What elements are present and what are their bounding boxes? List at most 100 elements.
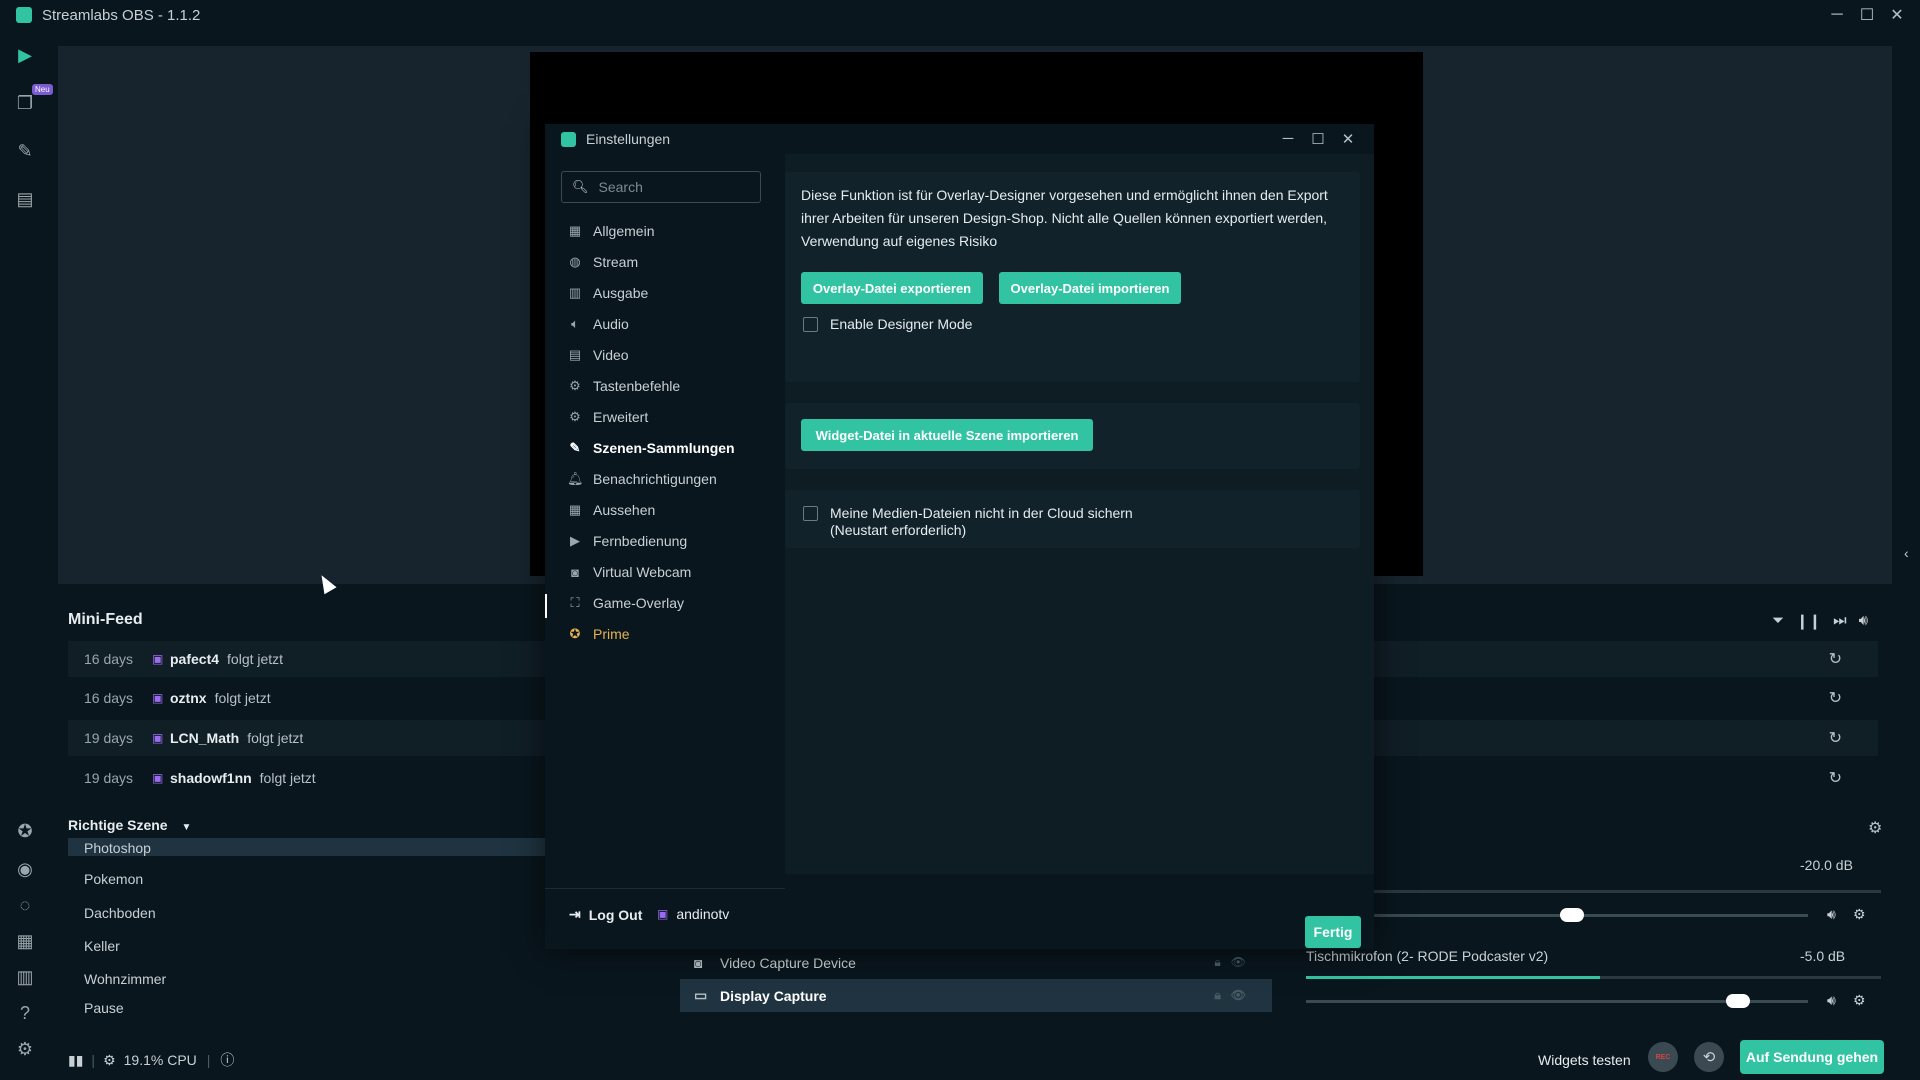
lock-visibility-icons[interactable]: 🔒︎👁︎ [1214, 955, 1256, 970]
settings-nav-aussehen[interactable]: ▦ Aussehen [567, 499, 655, 521]
twitch-icon: ▣ [152, 691, 164, 705]
nav-label: Virtual Webcam [593, 564, 692, 580]
slider-handle[interactable] [1560, 908, 1585, 922]
twitch-icon: ▣ [152, 652, 164, 666]
studio-icon[interactable]: ✎ [14, 140, 36, 162]
checkbox-label: Enable Designer Mode [830, 316, 973, 332]
settings-nav-erweitert[interactable]: ⚙ Erweitert [567, 406, 648, 428]
stats-icon[interactable]: ▮▮ [68, 1052, 83, 1069]
close-button[interactable]: ✕ [1338, 130, 1358, 148]
widgets-test-button[interactable]: Widgets testen [1538, 1046, 1631, 1074]
feed-controls: ⏷ ❙❙ ⏭ 🔊︎ [1772, 612, 1868, 630]
store-icon[interactable]: ▤ [14, 188, 36, 210]
app-titlebar: Streamlabs OBS - 1.1.2 ─ ☐ ✕ [0, 0, 1920, 30]
nav-label: Ausgabe [593, 285, 649, 301]
export-overlay-button[interactable]: Overlay-Datei exportieren [801, 272, 983, 304]
settings-nav-allgemein[interactable]: ▦ Allgemein [567, 220, 655, 242]
gear-icon[interactable]: ⚙ [1853, 906, 1866, 923]
prime-nav-icon[interactable]: ✪ [14, 820, 36, 842]
settings-nav-szenen-sammlungen[interactable]: ✎ Szenen-Sammlungen [567, 437, 735, 459]
gear-icon[interactable]: ⚙ [1868, 818, 1882, 838]
twitch-icon: ▣ [657, 907, 669, 921]
apps-icon[interactable]: ▦ [14, 930, 36, 952]
settings-sidebar: 🔍︎ ▦ Allgemein ◍ Stream ▥ Ausgabe 🔈︎ Audio ▤… [545, 154, 785, 949]
feed-time: 16 days [84, 651, 134, 667]
slider-handle[interactable] [1725, 994, 1750, 1008]
scene-collection-selector[interactable]: Richtige Szene ▼ [68, 817, 191, 833]
checkbox[interactable] [803, 506, 818, 521]
feed-user: LCN_Math [170, 730, 240, 746]
search-input[interactable] [598, 179, 749, 195]
speaker-icon[interactable]: 🔊︎ [1827, 906, 1836, 923]
meter-fill [1306, 976, 1600, 979]
logout-button[interactable]: ⇥ Log Out [569, 906, 642, 923]
search-field[interactable]: 🔍︎ [561, 171, 761, 203]
cloud-backup-checkbox[interactable]: Meine Medien-Dateien nicht in der Cloud … [803, 505, 1133, 539]
source-item[interactable]: ▭ Display Capture 🔒︎👁︎ [680, 979, 1272, 1012]
done-button[interactable]: Fertig [1305, 916, 1361, 948]
repeat-icon[interactable]: ↻ [1829, 649, 1842, 669]
volume-icon[interactable]: 🔊︎ [1859, 612, 1868, 630]
info-icon[interactable]: ⓘ [220, 1050, 234, 1070]
dashboard-icon[interactable]: ◉ [14, 858, 36, 880]
settings-nav-prime[interactable]: ✪ Prime [567, 623, 630, 645]
settings-nav-stream[interactable]: ◍ Stream [567, 251, 638, 273]
minimize-button[interactable]: ─ [1278, 130, 1298, 148]
volume-slider[interactable] [1306, 908, 1808, 922]
layout-icon[interactable]: ▥ [14, 966, 36, 988]
minimize-button[interactable]: ─ [1822, 0, 1852, 30]
settings-nav-virtual-webcam[interactable]: ◙ Virtual Webcam [567, 561, 691, 583]
scene-item[interactable]: Pause [68, 1000, 660, 1020]
settings-nav-benachrichtigungen[interactable]: 🔔︎ Benachrichtigungen [567, 468, 717, 490]
chevron-left-icon[interactable]: ‹ [1904, 545, 1909, 561]
feed-action: folgt jetzt [259, 770, 316, 786]
scene-item[interactable]: Wohnzimmer [68, 962, 660, 995]
feed-action: folgt jetzt [227, 651, 284, 667]
checkbox[interactable] [803, 317, 818, 332]
repeat-icon[interactable]: ↻ [1829, 688, 1842, 708]
skip-icon[interactable]: ⏭ [1833, 612, 1847, 630]
pause-icon[interactable]: ❙❙ [1796, 612, 1821, 630]
settings-nav-video[interactable]: ▤ Video [567, 344, 629, 366]
speaker-icon[interactable]: 🔊︎ [1827, 992, 1836, 1009]
monitor-icon: ▭ [694, 987, 708, 1003]
designer-mode-checkbox[interactable]: Enable Designer Mode [803, 316, 972, 332]
themes-icon[interactable]: ❐ [14, 92, 36, 114]
scene-collection-name: Richtige Szene [68, 817, 168, 833]
import-widget-button[interactable]: Widget-Datei in aktuelle Szene importier… [801, 419, 1093, 451]
settings-nav-game-overlay[interactable]: ⛶ Game-Overlay [567, 592, 684, 614]
settings-nav-fernbedienung[interactable]: ▶ Fernbedienung [567, 530, 687, 552]
import-overlay-button[interactable]: Overlay-Datei importieren [999, 272, 1181, 304]
record-button[interactable]: REC [1648, 1042, 1678, 1072]
brush-icon: ✎ [569, 440, 581, 455]
help-icon[interactable]: ? [14, 1002, 36, 1024]
feed-user: shadowf1nn [170, 770, 252, 786]
webcam-icon: ◙ [694, 954, 703, 971]
filter-icon[interactable]: ⏷ [1772, 612, 1784, 630]
settings-nav-tastenbefehle[interactable]: ⚙ Tastenbefehle [567, 375, 680, 397]
volume-slider[interactable] [1306, 994, 1808, 1008]
replay-buffer-icon[interactable]: ⟲ [1694, 1042, 1724, 1072]
nav-label: Audio [593, 316, 629, 332]
settings-nav-ausgabe[interactable]: ▥ Ausgabe [567, 282, 648, 304]
repeat-icon[interactable]: ↻ [1829, 768, 1842, 788]
nav-label: Game-Overlay [593, 595, 685, 611]
nav-label: Szenen-Sammlungen [593, 440, 735, 456]
editor-icon[interactable]: ▶ [14, 44, 36, 66]
streamlabs-logo-icon [561, 131, 576, 147]
repeat-icon[interactable]: ↻ [1829, 728, 1842, 748]
settings-icon[interactable]: ⚙ [14, 1038, 36, 1060]
settings-nav-audio[interactable]: 🔈︎ Audio [567, 313, 629, 335]
nav-label: Prime [593, 626, 630, 642]
go-live-button[interactable]: Auf Sendung gehen [1740, 1040, 1884, 1074]
close-button[interactable]: ✕ [1882, 0, 1912, 30]
new-badge: Neu [32, 84, 53, 95]
chat-icon[interactable]: ◌ [14, 894, 36, 916]
lock-visibility-icons[interactable]: 🔒︎👁︎ [1214, 988, 1256, 1003]
gear-icon[interactable]: ⚙ [1853, 992, 1866, 1009]
source-item[interactable]: ◙ Video Capture Device 🔒︎👁︎ [680, 946, 1272, 979]
cpu-usage: 19.1% CPU [123, 1052, 197, 1068]
maximize-button[interactable]: ☐ [1852, 0, 1882, 30]
maximize-button[interactable]: ☐ [1308, 130, 1328, 148]
feed-action: folgt jetzt [247, 730, 304, 746]
